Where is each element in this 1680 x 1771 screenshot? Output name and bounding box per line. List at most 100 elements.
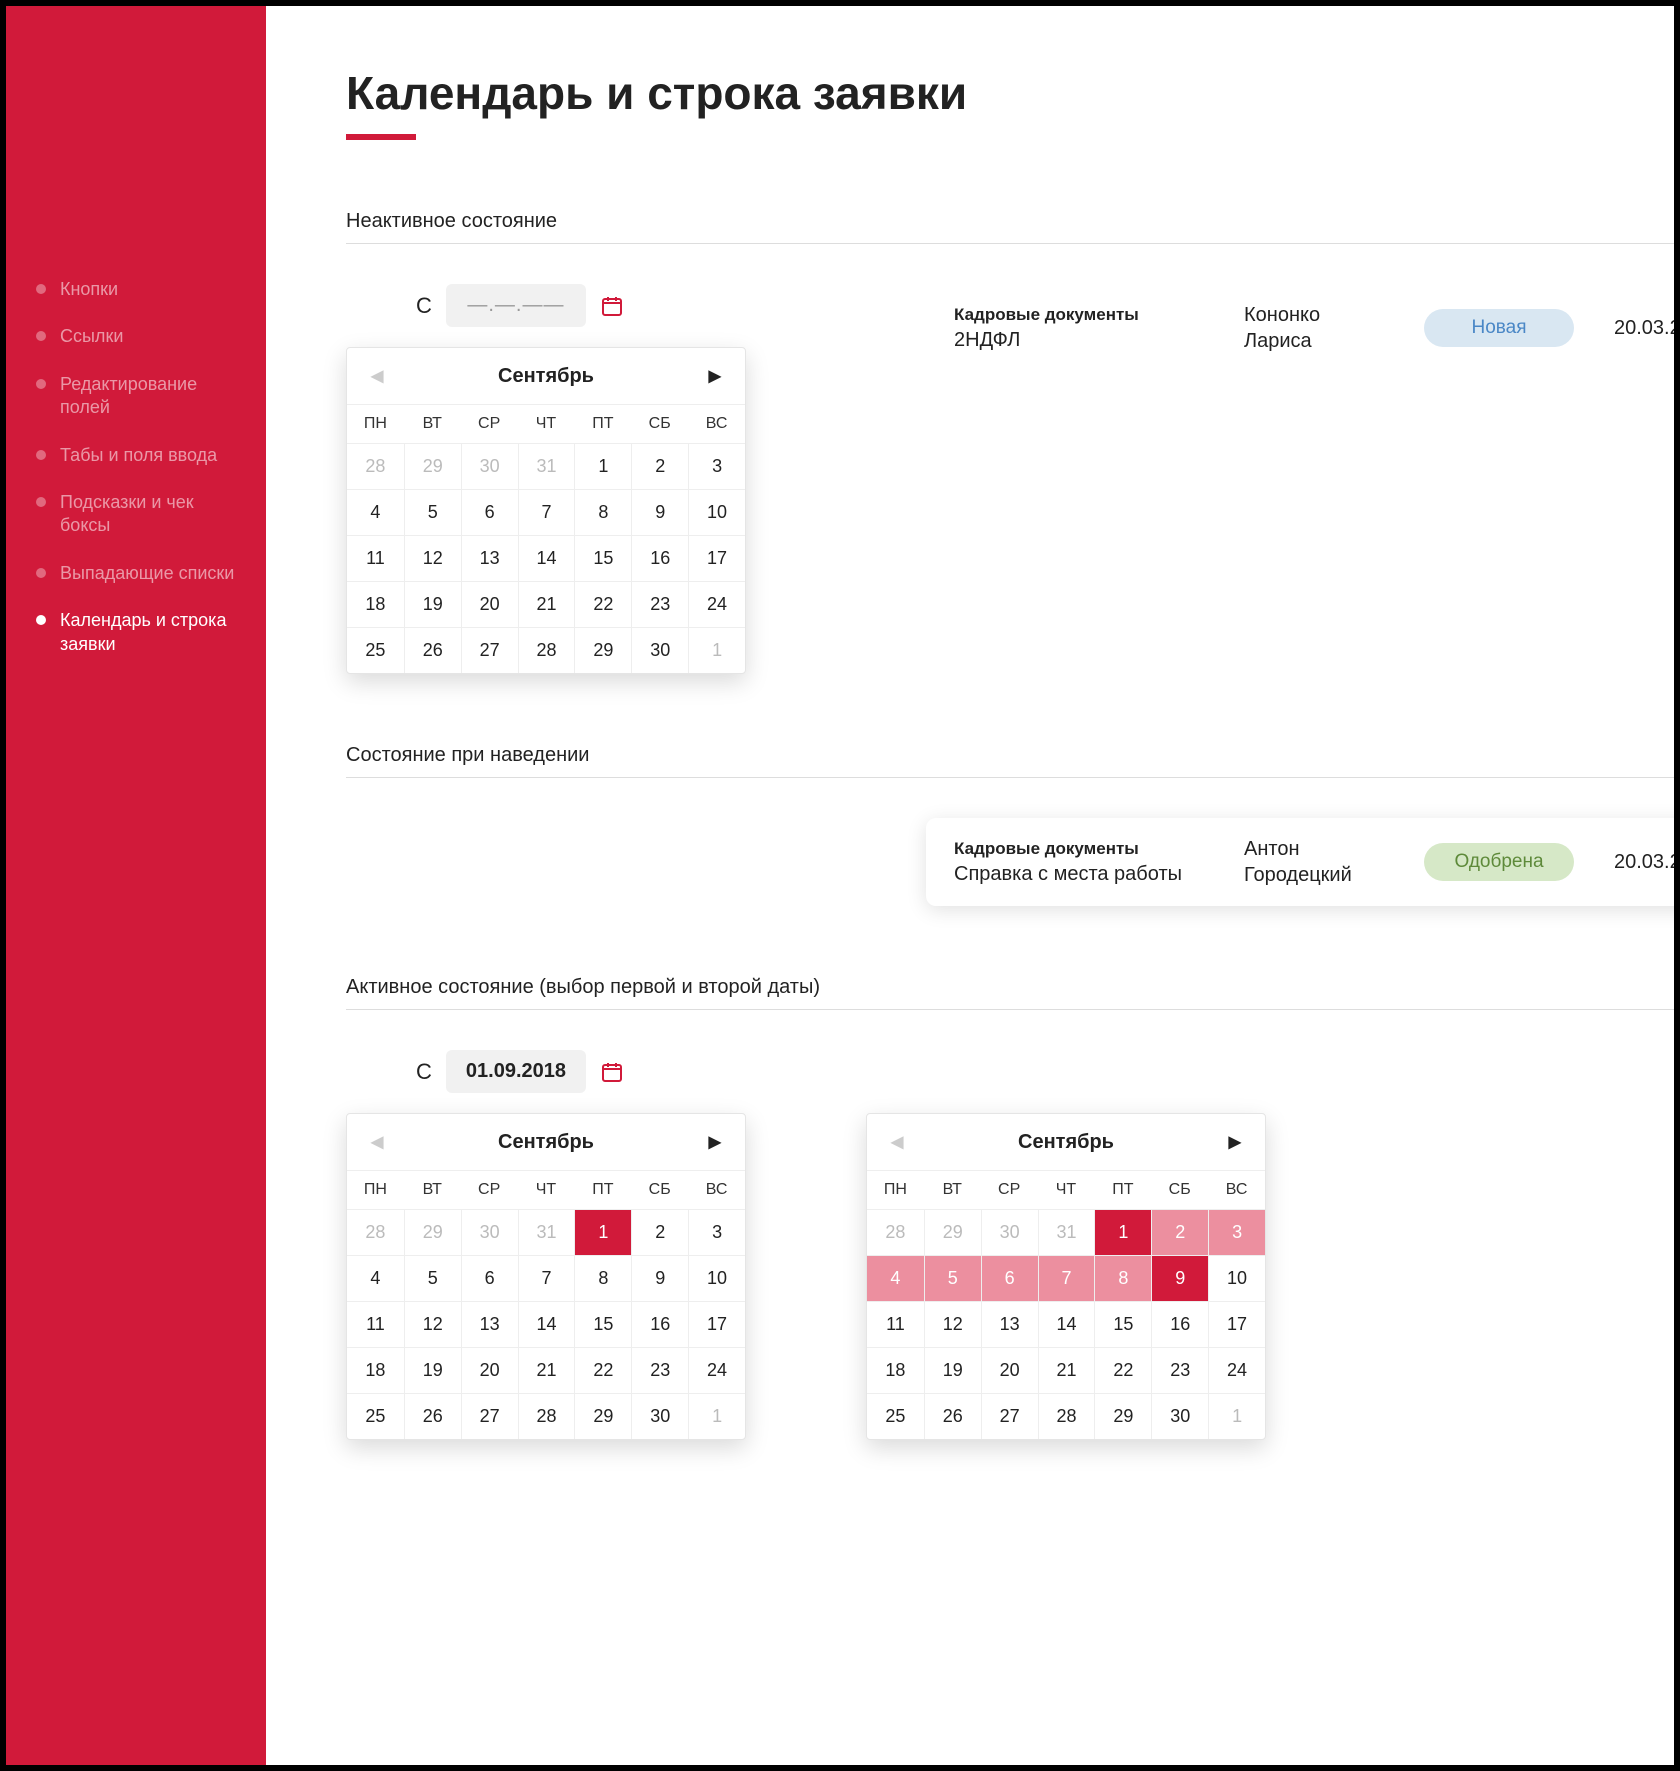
calendar-day[interactable]: 16 xyxy=(1151,1301,1208,1347)
calendar-day[interactable]: 20 xyxy=(461,581,518,627)
calendar-day[interactable]: 31 xyxy=(518,443,575,489)
calendar-day[interactable]: 10 xyxy=(688,489,745,535)
calendar-day[interactable]: 11 xyxy=(347,535,404,581)
calendar-day[interactable]: 8 xyxy=(574,489,631,535)
calendar-day[interactable]: 18 xyxy=(867,1347,924,1393)
calendar-day[interactable]: 31 xyxy=(518,1209,575,1255)
calendar-day[interactable]: 19 xyxy=(924,1347,981,1393)
prev-month-icon[interactable]: ◀ xyxy=(365,1128,389,1156)
calendar-day[interactable]: 25 xyxy=(347,627,404,673)
calendar-day[interactable]: 24 xyxy=(688,1347,745,1393)
calendar-day[interactable]: 18 xyxy=(347,1347,404,1393)
calendar-day[interactable]: 7 xyxy=(1038,1255,1095,1301)
calendar-day[interactable]: 28 xyxy=(1038,1393,1095,1439)
calendar-day[interactable]: 18 xyxy=(347,581,404,627)
calendar-day[interactable]: 15 xyxy=(574,1301,631,1347)
calendar-day[interactable]: 29 xyxy=(1094,1393,1151,1439)
calendar-day[interactable]: 30 xyxy=(631,627,688,673)
calendar-day[interactable]: 3 xyxy=(688,443,745,489)
calendar-day[interactable]: 21 xyxy=(518,581,575,627)
calendar-day[interactable]: 2 xyxy=(631,443,688,489)
calendar-day[interactable]: 27 xyxy=(461,627,518,673)
prev-month-icon[interactable]: ◀ xyxy=(365,362,389,390)
calendar-day[interactable]: 2 xyxy=(1151,1209,1208,1255)
calendar-day[interactable]: 15 xyxy=(1094,1301,1151,1347)
calendar-day[interactable]: 13 xyxy=(461,1301,518,1347)
calendar-day[interactable]: 1 xyxy=(1208,1393,1265,1439)
calendar-day[interactable]: 3 xyxy=(1208,1209,1265,1255)
date-input[interactable]: 01.09.2018 xyxy=(446,1050,586,1093)
calendar-day[interactable]: 19 xyxy=(404,581,461,627)
calendar-day[interactable]: 6 xyxy=(461,489,518,535)
calendar-day[interactable]: 22 xyxy=(574,581,631,627)
calendar-day[interactable]: 4 xyxy=(867,1255,924,1301)
calendar-day[interactable]: 4 xyxy=(347,489,404,535)
calendar-day[interactable]: 12 xyxy=(404,1301,461,1347)
calendar-day[interactable]: 1 xyxy=(688,1393,745,1439)
calendar-day[interactable]: 26 xyxy=(404,1393,461,1439)
sidebar-item[interactable]: Ссылки xyxy=(6,313,266,360)
prev-month-icon[interactable]: ◀ xyxy=(885,1128,909,1156)
request-row[interactable]: Кадровые документы 2НДФЛ Кононко Лариса … xyxy=(926,284,1680,372)
next-month-icon[interactable]: ▶ xyxy=(1223,1128,1247,1156)
calendar-day[interactable]: 19 xyxy=(404,1347,461,1393)
calendar-day[interactable]: 13 xyxy=(461,535,518,581)
calendar-day[interactable]: 29 xyxy=(574,1393,631,1439)
calendar-day[interactable]: 17 xyxy=(1208,1301,1265,1347)
sidebar-item[interactable]: Кнопки xyxy=(6,266,266,313)
calendar-day[interactable]: 15 xyxy=(574,535,631,581)
calendar-day[interactable]: 29 xyxy=(574,627,631,673)
calendar-day[interactable]: 30 xyxy=(631,1393,688,1439)
calendar-day[interactable]: 24 xyxy=(1208,1347,1265,1393)
calendar-day[interactable]: 10 xyxy=(688,1255,745,1301)
sidebar-item[interactable]: Календарь и строка заявки xyxy=(6,597,266,668)
calendar-day[interactable]: 7 xyxy=(518,1255,575,1301)
calendar-day[interactable]: 30 xyxy=(981,1209,1038,1255)
request-row[interactable]: Кадровые документы Справка с места работ… xyxy=(926,818,1680,906)
calendar-day[interactable]: 2 xyxy=(631,1209,688,1255)
calendar-day[interactable]: 30 xyxy=(1151,1393,1208,1439)
calendar-day[interactable]: 14 xyxy=(518,535,575,581)
calendar-day[interactable]: 4 xyxy=(347,1255,404,1301)
calendar-day[interactable]: 29 xyxy=(924,1209,981,1255)
calendar-day[interactable]: 8 xyxy=(574,1255,631,1301)
calendar-day[interactable]: 22 xyxy=(1094,1347,1151,1393)
calendar-day[interactable]: 11 xyxy=(347,1301,404,1347)
calendar-day[interactable]: 28 xyxy=(518,1393,575,1439)
calendar-day[interactable]: 1 xyxy=(574,443,631,489)
calendar-day[interactable]: 27 xyxy=(461,1393,518,1439)
calendar-day[interactable]: 28 xyxy=(518,627,575,673)
calendar-day[interactable]: 17 xyxy=(688,535,745,581)
calendar-icon[interactable] xyxy=(600,294,624,318)
calendar-day[interactable]: 1 xyxy=(688,627,745,673)
calendar-day[interactable]: 28 xyxy=(347,1209,404,1255)
calendar-day[interactable]: 13 xyxy=(981,1301,1038,1347)
calendar-day[interactable]: 14 xyxy=(1038,1301,1095,1347)
calendar-day[interactable]: 11 xyxy=(867,1301,924,1347)
calendar-day[interactable]: 1 xyxy=(1094,1209,1151,1255)
calendar-day[interactable]: 22 xyxy=(574,1347,631,1393)
sidebar-item[interactable]: Подсказки и чек боксы xyxy=(6,479,266,550)
calendar-day[interactable]: 21 xyxy=(1038,1347,1095,1393)
calendar-day[interactable]: 23 xyxy=(631,1347,688,1393)
calendar-day[interactable]: 23 xyxy=(631,581,688,627)
calendar-day[interactable]: 31 xyxy=(1038,1209,1095,1255)
calendar-day[interactable]: 29 xyxy=(404,443,461,489)
calendar-day[interactable]: 3 xyxy=(688,1209,745,1255)
calendar-day[interactable]: 16 xyxy=(631,535,688,581)
calendar-day[interactable]: 12 xyxy=(924,1301,981,1347)
calendar-day[interactable]: 5 xyxy=(924,1255,981,1301)
calendar-day[interactable]: 9 xyxy=(631,489,688,535)
next-month-icon[interactable]: ▶ xyxy=(703,362,727,390)
calendar-day[interactable]: 26 xyxy=(924,1393,981,1439)
calendar-day[interactable]: 16 xyxy=(631,1301,688,1347)
calendar-day[interactable]: 26 xyxy=(404,627,461,673)
calendar-day[interactable]: 28 xyxy=(867,1209,924,1255)
calendar-day[interactable]: 8 xyxy=(1094,1255,1151,1301)
calendar-day[interactable]: 21 xyxy=(518,1347,575,1393)
sidebar-item[interactable]: Выпадающие списки xyxy=(6,550,266,597)
calendar-day[interactable]: 25 xyxy=(347,1393,404,1439)
date-input[interactable]: —.—.—— xyxy=(446,284,586,327)
sidebar-item[interactable]: Табы и поля ввода xyxy=(6,432,266,479)
calendar-day[interactable]: 9 xyxy=(1151,1255,1208,1301)
